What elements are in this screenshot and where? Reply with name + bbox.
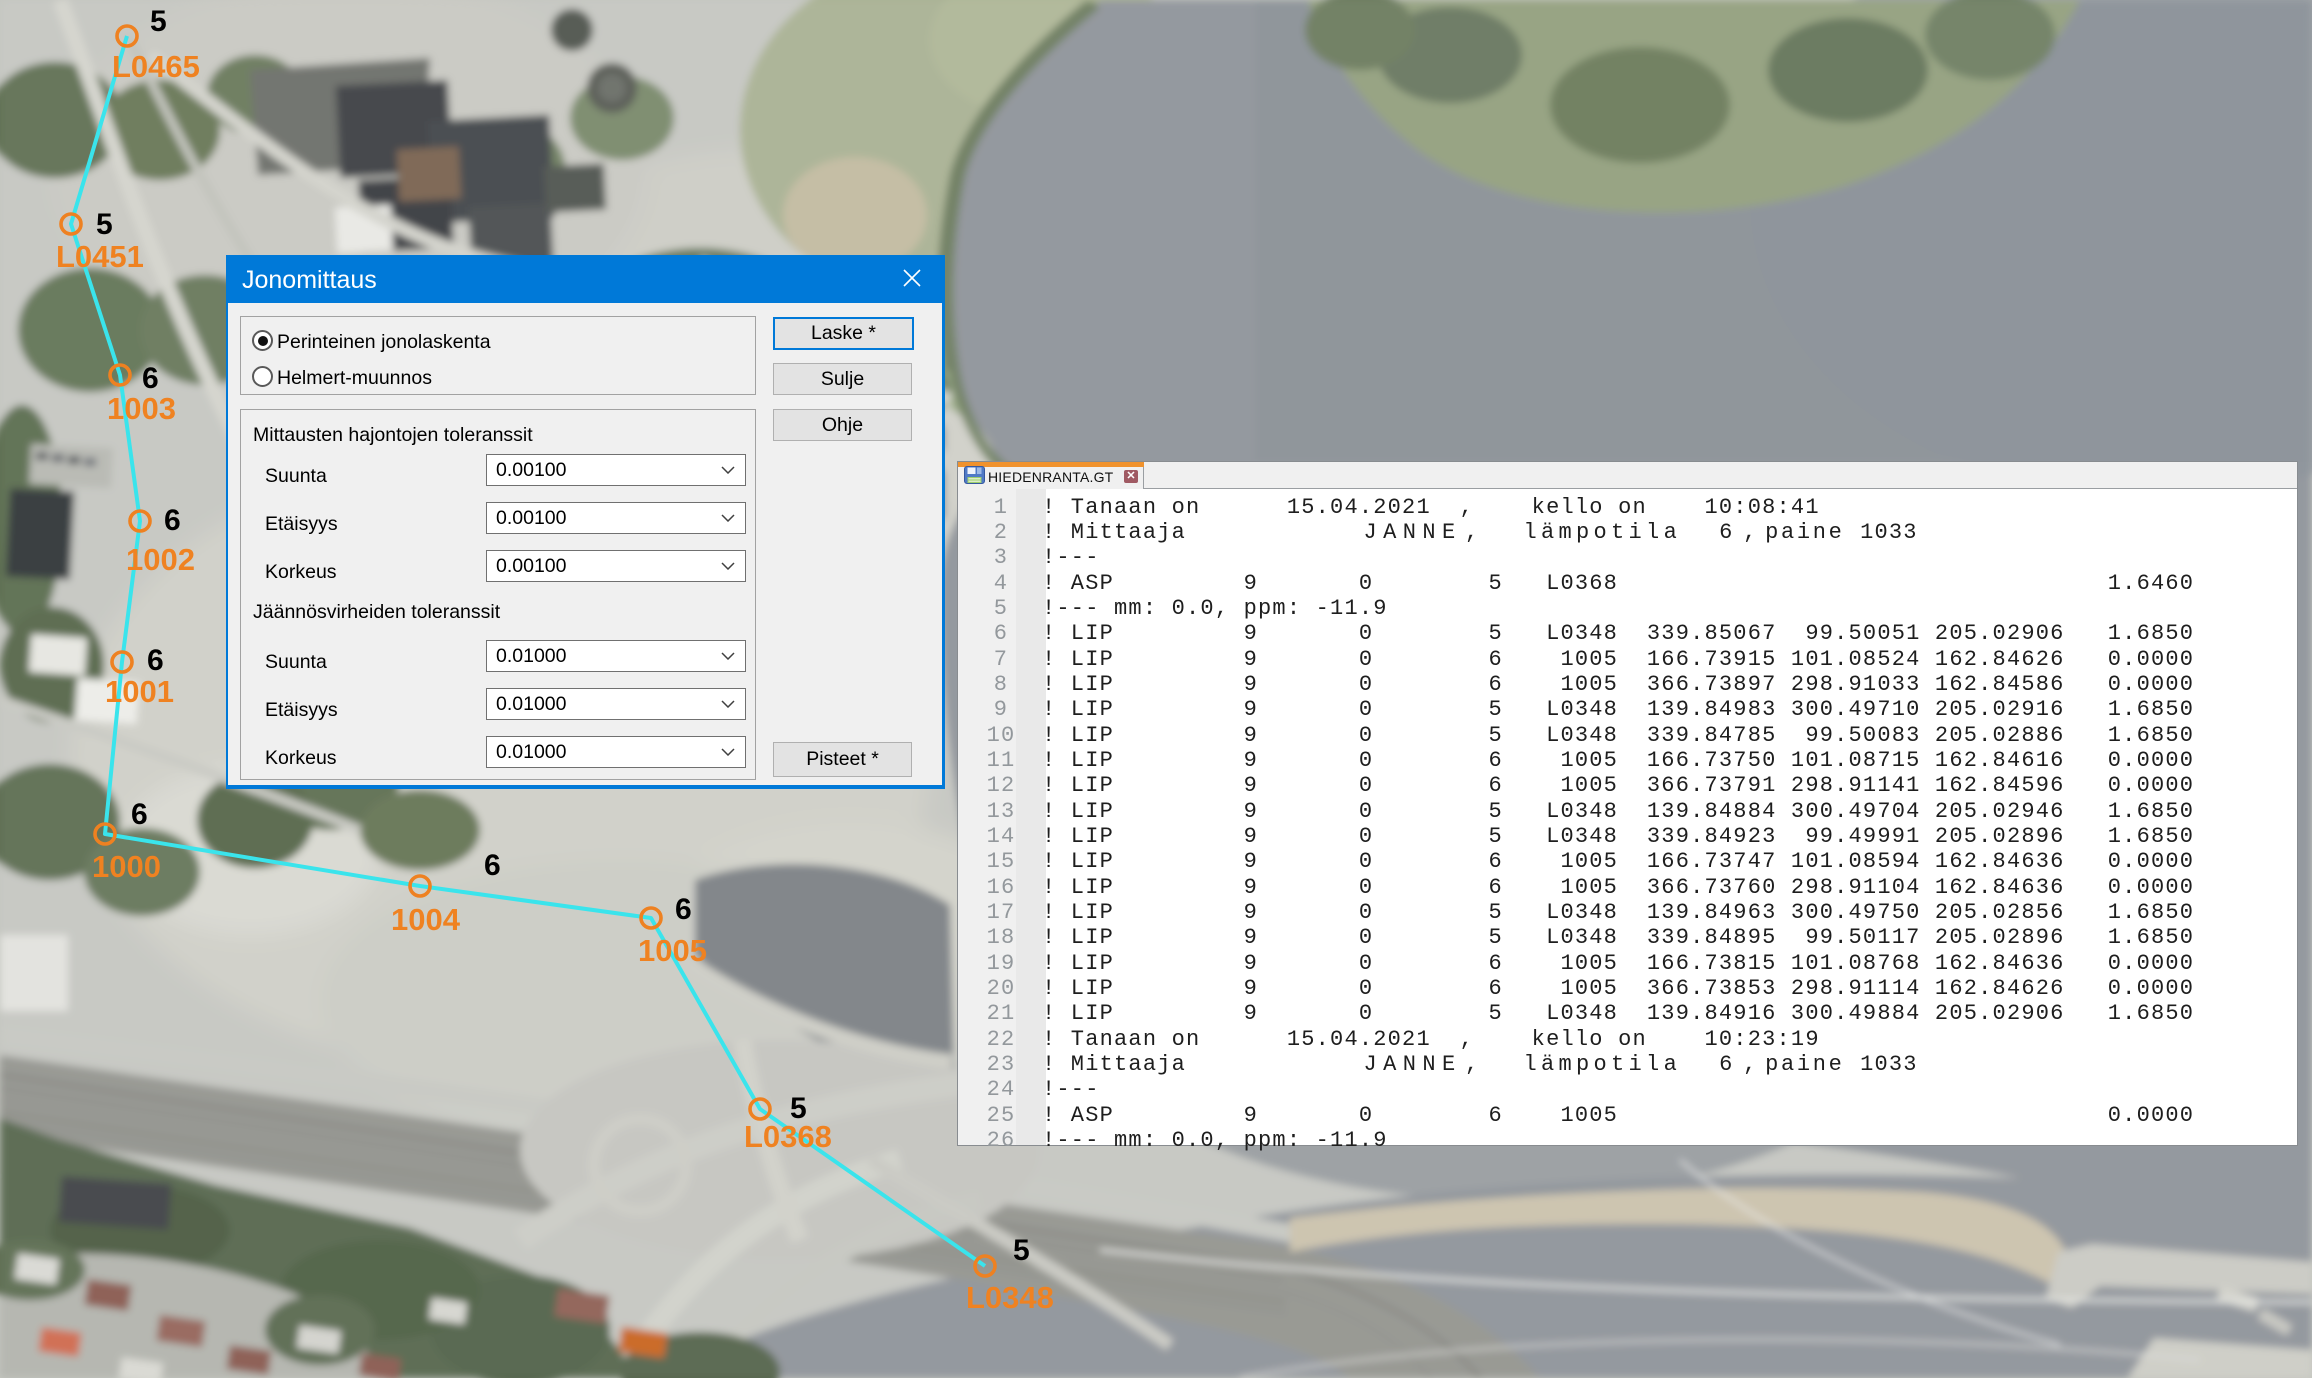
svg-text:5: 5 <box>96 208 113 241</box>
svg-text:L0348: L0348 <box>966 1280 1054 1315</box>
svg-text:5: 5 <box>150 5 167 38</box>
svg-text:6: 6 <box>675 893 692 926</box>
svg-text:6: 6 <box>484 849 501 882</box>
svg-text:6: 6 <box>131 798 148 831</box>
svg-text:1004: 1004 <box>391 902 461 937</box>
svg-text:1001: 1001 <box>105 674 174 709</box>
svg-text:1002: 1002 <box>126 542 195 577</box>
svg-text:L0368: L0368 <box>744 1119 832 1154</box>
svg-text:L0465: L0465 <box>112 49 200 84</box>
svg-text:6: 6 <box>164 504 181 537</box>
svg-text:1003: 1003 <box>107 391 176 426</box>
svg-text:6: 6 <box>147 644 164 677</box>
svg-text:5: 5 <box>1013 1234 1030 1267</box>
svg-text:1000: 1000 <box>92 849 161 884</box>
svg-text:L0451: L0451 <box>56 239 144 274</box>
svg-text:1005: 1005 <box>638 933 707 968</box>
